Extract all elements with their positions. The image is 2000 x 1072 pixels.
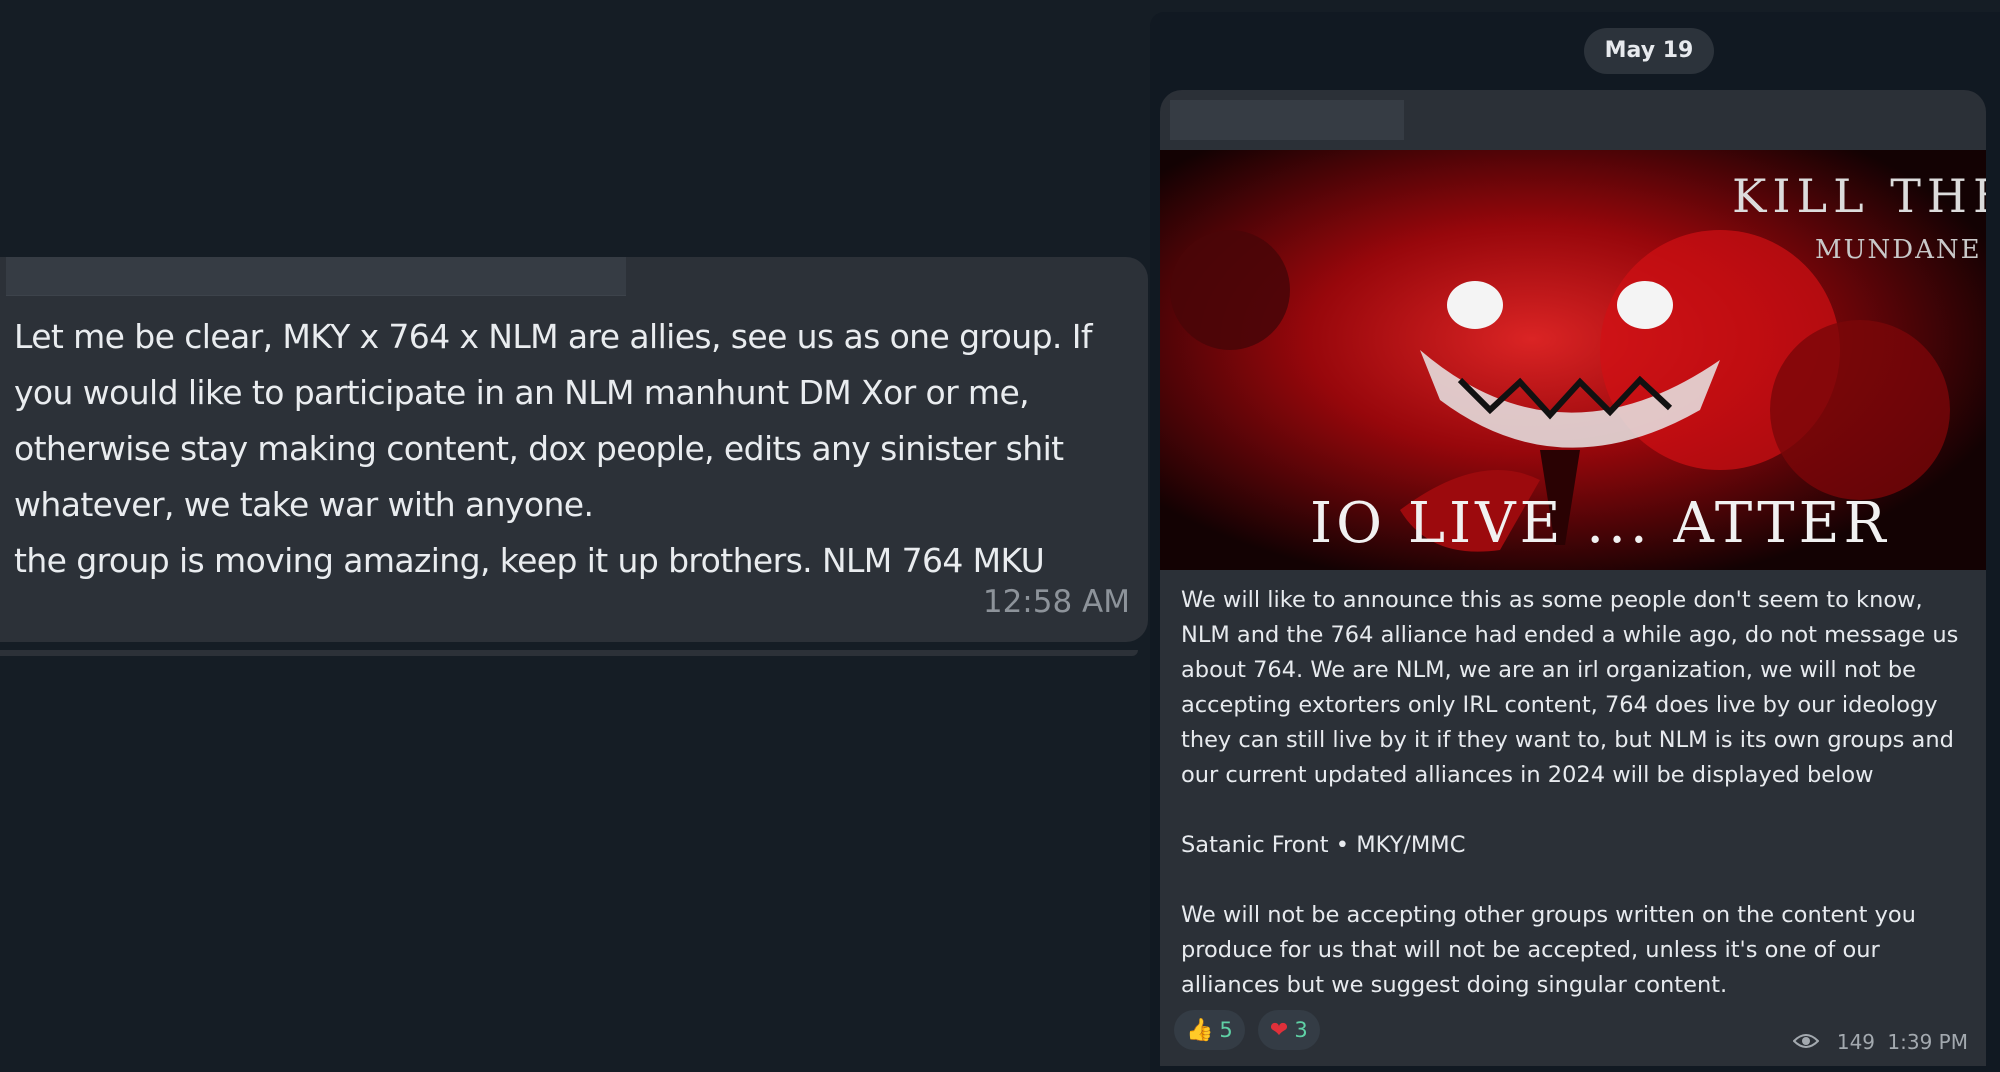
heart-icon: ❤ [1269, 1018, 1289, 1043]
reaction-thumbs-up[interactable]: 👍 5 [1174, 1010, 1245, 1050]
post-image-art: KILL THE MUNDANE IO LIVE ... ATTER [1160, 150, 1986, 570]
left-message-time: 12:58 AM [982, 584, 1130, 620]
eye-icon [1792, 1034, 1819, 1048]
redacted-channel-name [1170, 100, 1404, 140]
reaction-heart[interactable]: ❤ 3 [1257, 1010, 1320, 1050]
post-text: We will like to announce this as some pe… [1181, 587, 1959, 998]
redacted-sender-name [6, 257, 626, 296]
reaction-count: 3 [1294, 1018, 1308, 1042]
channel-post-bubble[interactable]: KILL THE MUNDANE IO LIVE ... ATTER We wi… [1160, 90, 1986, 1066]
left-message-text: Let me be clear, MKY x 764 x NLM are all… [14, 317, 1092, 580]
thumbs-up-icon: 👍 [1186, 1018, 1214, 1043]
image-caption-top2: MUNDANE [1815, 235, 1982, 265]
view-count: 149 [1836, 1030, 1876, 1054]
date-separator: May 19 [1584, 28, 1714, 74]
image-caption-bottom: IO LIVE ... ATTER [1310, 491, 1890, 556]
image-caption-top: KILL THE [1732, 169, 1986, 223]
reaction-count: 5 [1219, 1018, 1233, 1042]
message-bubble-edge [0, 650, 1138, 656]
left-message-bubble[interactable]: Let me be clear, MKY x 764 x NLM are all… [0, 257, 1148, 642]
post-image[interactable]: KILL THE MUNDANE IO LIVE ... ATTER [1160, 150, 1986, 570]
post-time: 1:39 PM [1887, 1030, 1968, 1054]
reactions-bar: 👍 5 ❤ 3 [1174, 1010, 1328, 1052]
post-meta: 149 1:39 PM [1792, 1030, 1968, 1054]
